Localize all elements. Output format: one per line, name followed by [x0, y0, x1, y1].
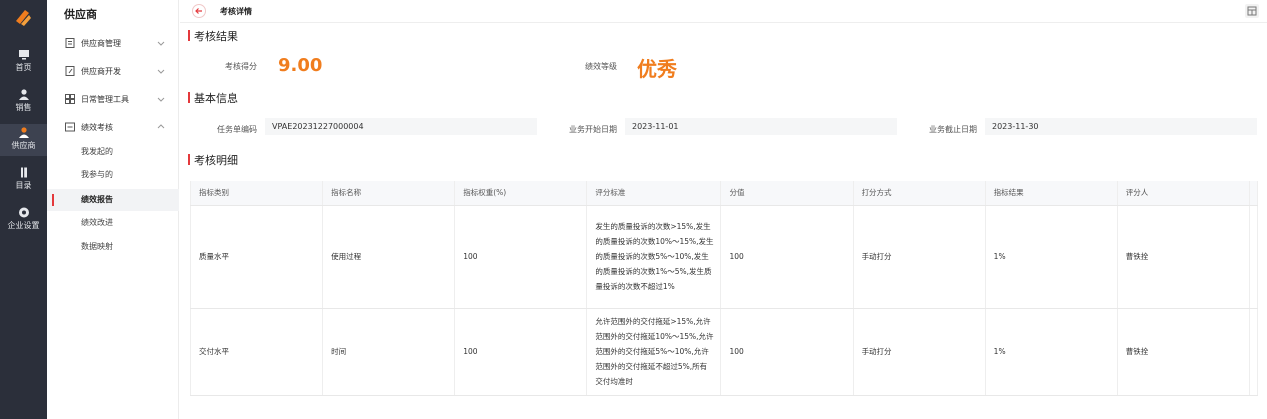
column-header: 打分方式: [853, 181, 986, 206]
rail-item-label: 供应商: [11, 141, 36, 150]
rail-item-home[interactable]: 首页: [0, 46, 47, 76]
table-cell: 100: [454, 308, 588, 396]
section-title-detail: 考核明细: [188, 152, 238, 168]
table-header-row: 指标类别 指标名称 指标权重(%) 评分标准 分值 打分方式 指标结果 评分人: [189, 181, 1259, 206]
rail-item-label: 首页: [15, 63, 32, 72]
monitor-icon: [18, 50, 29, 60]
rail-item-label: 企业设置: [7, 221, 40, 230]
top-bar: 考核详情: [180, 0, 1267, 23]
table-cell: 手动打分: [853, 308, 986, 396]
layout-icon: [1247, 6, 1257, 16]
section-title-basic: 基本信息: [188, 90, 238, 106]
rail-item-label: 目录: [15, 181, 32, 190]
rail-item-sales[interactable]: 销售: [0, 86, 47, 116]
table-cell: 曹铁拴: [1117, 205, 1250, 309]
menu-group-label: 供应商管理: [81, 38, 121, 48]
table-cell: 1%: [985, 205, 1118, 309]
edit-document-icon: [65, 66, 75, 76]
layout-toggle-button[interactable]: [1245, 4, 1259, 18]
column-header: 指标权重(%): [454, 181, 588, 206]
start-date-field: 2023-11-01: [625, 118, 897, 135]
table-cell: 使用过程: [322, 205, 456, 309]
table-cell-criteria: 发生的质量投诉的次数>15%,发生的质量投诉的次数10%～15%,发生的质量投诉…: [586, 205, 722, 309]
submenu-item-data-mapping[interactable]: 数据映射: [47, 236, 179, 258]
menu-group-daily-tools[interactable]: 日常管理工具: [47, 88, 179, 110]
document-icon: [65, 38, 75, 48]
task-code-label: 任务单编码: [217, 125, 257, 134]
chevron-up-icon: [157, 124, 165, 129]
score-label: 考核得分: [225, 62, 257, 71]
detail-table: 指标类别 指标名称 指标权重(%) 评分标准 分值 打分方式 指标结果 评分人 …: [189, 181, 1259, 396]
gear-icon: [18, 207, 29, 218]
submenu-item-report[interactable]: 绩效报告: [47, 189, 179, 211]
column-header: 指标类别: [189, 181, 324, 206]
chart-icon: [65, 122, 75, 132]
table-cell: 100: [720, 308, 854, 396]
main-rail: 首页 销售 供应商 目录 企业设置: [0, 0, 47, 419]
table-row: 交付水平 时间 100 允许范围外的交付拖延>15%,允许范围外的交付拖延10%…: [189, 308, 1259, 396]
table-cell-criteria: 允许范围外的交付拖延>15%,允许范围外的交付拖延10%～15%,允许范围外的交…: [586, 308, 722, 396]
end-date-label: 业务截止日期: [929, 125, 977, 134]
start-date-label: 业务开始日期: [569, 125, 617, 134]
column-header-spacer: [1249, 181, 1259, 206]
grade-value: 优秀: [637, 57, 677, 81]
submenu-item-improvement[interactable]: 绩效改进: [47, 212, 179, 234]
column-header: 评分人: [1117, 181, 1250, 206]
table-cell: 1%: [985, 308, 1118, 396]
grid-icon: [65, 94, 75, 104]
menu-group-supplier-development[interactable]: 供应商开发: [47, 60, 179, 82]
table-cell: 100: [720, 205, 854, 309]
column-header: 指标名称: [322, 181, 456, 206]
table-cell: 100: [454, 205, 588, 309]
rail-item-label: 销售: [15, 103, 32, 112]
rail-item-catalog[interactable]: 目录: [0, 164, 47, 194]
column-header: 指标结果: [985, 181, 1118, 206]
table-cell: 质量水平: [189, 205, 324, 309]
table-cell-spacer: [1249, 308, 1259, 396]
table-cell: 交付水平: [189, 308, 324, 396]
menu-group-label: 日常管理工具: [81, 94, 129, 104]
rail-item-supplier[interactable]: 供应商: [0, 124, 47, 156]
chevron-down-icon: [157, 97, 165, 102]
table-row: 质量水平 使用过程 100 发生的质量投诉的次数>15%,发生的质量投诉的次数1…: [189, 205, 1259, 309]
end-date-field: 2023-11-30: [985, 118, 1257, 135]
menu-group-supplier-management[interactable]: 供应商管理: [47, 32, 179, 54]
task-code-field: VPAE20231227000004: [265, 118, 537, 135]
grade-label: 绩效等级: [585, 62, 617, 71]
arrow-left-icon: [195, 8, 202, 14]
book-icon: [20, 167, 27, 178]
table-cell: 时间: [322, 308, 456, 396]
chevron-down-icon: [157, 69, 165, 74]
back-button[interactable]: [192, 4, 206, 18]
person-icon: [18, 89, 29, 100]
chevron-down-icon: [157, 41, 165, 46]
person-icon: [18, 127, 29, 138]
app-root: 首页 销售 供应商 目录 企业设置 供应商 供应商管理 供应商开发 日常管理工具…: [0, 0, 1267, 419]
logo-icon: [16, 10, 31, 26]
menu-group-label: 供应商开发: [81, 66, 121, 76]
table-cell: 曹铁拴: [1117, 308, 1250, 396]
page-title: 考核详情: [220, 7, 252, 16]
section-title-result: 考核结果: [188, 28, 238, 44]
table-cell-spacer: [1249, 205, 1259, 309]
table-cell: 手动打分: [853, 205, 986, 309]
submenu-item-participated[interactable]: 我参与的: [47, 164, 179, 186]
rail-item-settings[interactable]: 企业设置: [0, 204, 47, 234]
menu-group-label: 绩效考核: [81, 122, 113, 132]
menu-title: 供应商: [64, 8, 97, 21]
secondary-menu: 供应商 供应商管理 供应商开发 日常管理工具 绩效考核 我发起的 我参与的 绩效…: [47, 0, 179, 419]
submenu-item-initiated[interactable]: 我发起的: [47, 141, 179, 163]
score-value: 9.00: [278, 55, 323, 76]
menu-group-performance[interactable]: 绩效考核: [47, 116, 179, 138]
column-header: 分值: [720, 181, 854, 206]
column-header: 评分标准: [586, 181, 722, 206]
